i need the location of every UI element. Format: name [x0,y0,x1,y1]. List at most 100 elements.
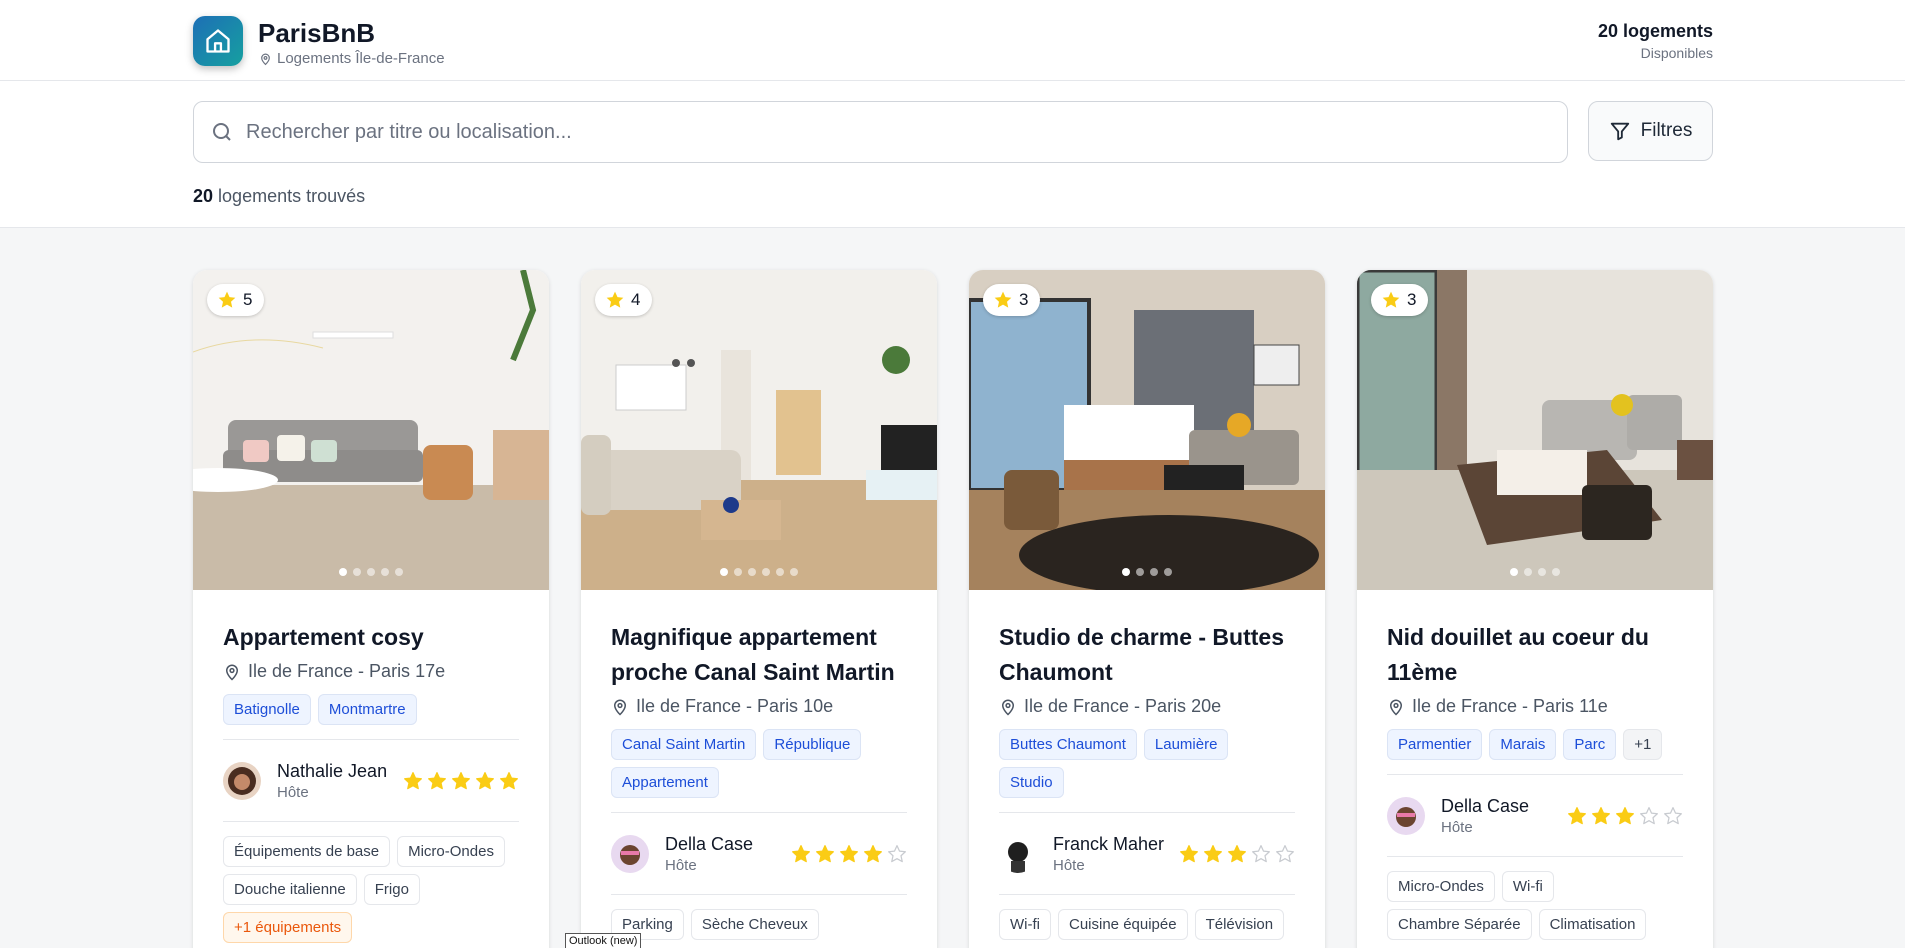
listing-count: 20 logements [1597,21,1713,41]
photo-dot[interactable] [1538,568,1546,576]
living-room-photo [1357,270,1713,590]
listing-photo[interactable]: 3 [1357,270,1713,590]
host-row[interactable]: Franck Maher Hôte [999,812,1295,895]
tag: Buttes Chaumont [999,729,1137,760]
photo-dot[interactable] [720,568,728,576]
star-filled-icon [476,771,494,789]
location-text: Ile de France - Paris 20e [1024,696,1222,716]
host-row[interactable]: Della Case Hôte [611,812,907,895]
host-rating [1179,844,1295,864]
tag: Canal Saint Martin [611,729,757,760]
map-pin-icon [261,53,270,65]
search-icon [213,123,231,141]
photo-dot[interactable] [734,568,742,576]
map-pin-icon [1389,699,1403,716]
photo-dot[interactable] [1510,568,1518,576]
rating-value: 3 [1019,290,1029,309]
search-input[interactable] [246,120,1546,144]
tag-list: Buttes Chaumont Laumière Studio [999,729,1295,798]
photo-pagination[interactable] [581,568,937,576]
host-name: Nathalie Jean [277,760,388,781]
rating-value: 3 [1407,290,1417,309]
photo-dot[interactable] [790,568,798,576]
tag: Appartement [611,767,719,798]
listing-card[interactable]: 4 Magnifique appartement proche Canal Sa… [581,270,937,948]
app-subtitle-text: Logements Île-de-France [277,50,445,67]
star-filled-icon [1228,844,1246,862]
amenity-list: Micro-Ondes Wi-fi Chambre Séparée Climat… [1387,871,1683,940]
rating-badge: 3 [983,284,1041,316]
listing-photo[interactable]: 4 [581,270,937,590]
photo-pagination[interactable] [1357,568,1713,576]
photo-dot[interactable] [367,568,375,576]
listing-card[interactable]: 3 Studio de charme - Buttes Chaumont Ile… [969,270,1325,948]
star-empty-icon [1640,806,1658,824]
avatar [999,834,1037,873]
avatar [611,834,649,873]
tag-list: Batignolle Montmartre [223,694,519,725]
star-empty-icon [888,844,906,862]
photo-pagination[interactable] [969,568,1325,576]
photo-dot[interactable] [353,568,361,576]
photo-dot[interactable] [339,568,347,576]
amenity: Télévision [1194,909,1285,940]
app-logo[interactable] [193,16,243,66]
more-tags-button[interactable]: +1 [1623,729,1663,760]
map-pin-icon [1001,699,1015,716]
host-rating [1567,806,1683,826]
tag: Montmartre [317,694,417,725]
photo-dot[interactable] [381,568,389,576]
listing-title[interactable]: Studio de charme - Buttes Chaumont [999,620,1295,690]
filters-label: Filtres [1640,120,1693,141]
more-amenities-button[interactable]: +1 équipements [223,912,353,943]
location-text: Ile de France - Paris 10e [636,696,834,716]
amenity: Wi-fi [1501,871,1554,902]
filter-icon [1610,122,1629,141]
amenity: Micro-Ondes [397,836,505,867]
host-name: Della Case [1441,795,1530,816]
photo-dot[interactable] [762,568,770,576]
star-filled-icon [864,844,882,862]
host-role: Hôte [277,783,309,801]
photo-pagination[interactable] [193,568,549,576]
host-rating [403,771,519,791]
amenity: Climatisation [1538,909,1647,940]
filters-button[interactable]: Filtres [1588,101,1713,161]
photo-dot[interactable] [1150,568,1158,576]
host-rating [791,844,907,864]
photo-dot[interactable] [776,568,784,576]
amenity-list: Équipements de base Micro-Ondes Douche i… [223,836,519,943]
host-row[interactable]: Nathalie Jean Hôte [223,739,519,822]
star-filled-icon [792,844,810,862]
map-pin-icon [613,699,627,716]
photo-dot[interactable] [1136,568,1144,576]
photo-dot[interactable] [1164,568,1172,576]
photo-dot[interactable] [1122,568,1130,576]
star-empty-icon [1252,844,1270,862]
star-filled-icon [1592,806,1610,824]
host-role: Hôte [1441,818,1473,836]
host-name: Franck Maher [1053,833,1165,854]
photo-dot[interactable] [1524,568,1532,576]
photo-dot[interactable] [395,568,403,576]
listing-title[interactable]: Magnifique appartement proche Canal Sain… [611,620,907,690]
listing-card[interactable]: 5 Appartement cosy Ile de France - Paris… [193,270,549,948]
listing-card[interactable]: 3 Nid douillet au coeur du 11ème Ile de … [1357,270,1713,948]
avatar [1387,796,1425,835]
tag: Batignolle [223,694,311,725]
amenity: Sèche Cheveux [690,909,819,940]
listing-title[interactable]: Nid douillet au coeur du 11ème [1387,620,1683,690]
listing-photo[interactable]: 3 [969,270,1325,590]
amenity: Cuisine équipée [1058,909,1188,940]
location-text: Ile de France - Paris 11e [1412,696,1608,716]
search-box[interactable] [193,101,1568,163]
photo-dot[interactable] [748,568,756,576]
listing-title[interactable]: Appartement cosy [223,620,519,655]
app-header: ParisBnB Logements Île-de-France 20 loge… [0,0,1905,81]
living-room-photo [581,270,937,590]
tag: Marais [1489,729,1557,760]
listing-photo[interactable]: 5 [193,270,549,590]
app-name: ParisBnB [258,18,376,48]
host-row[interactable]: Della Case Hôte [1387,774,1683,857]
photo-dot[interactable] [1552,568,1560,576]
